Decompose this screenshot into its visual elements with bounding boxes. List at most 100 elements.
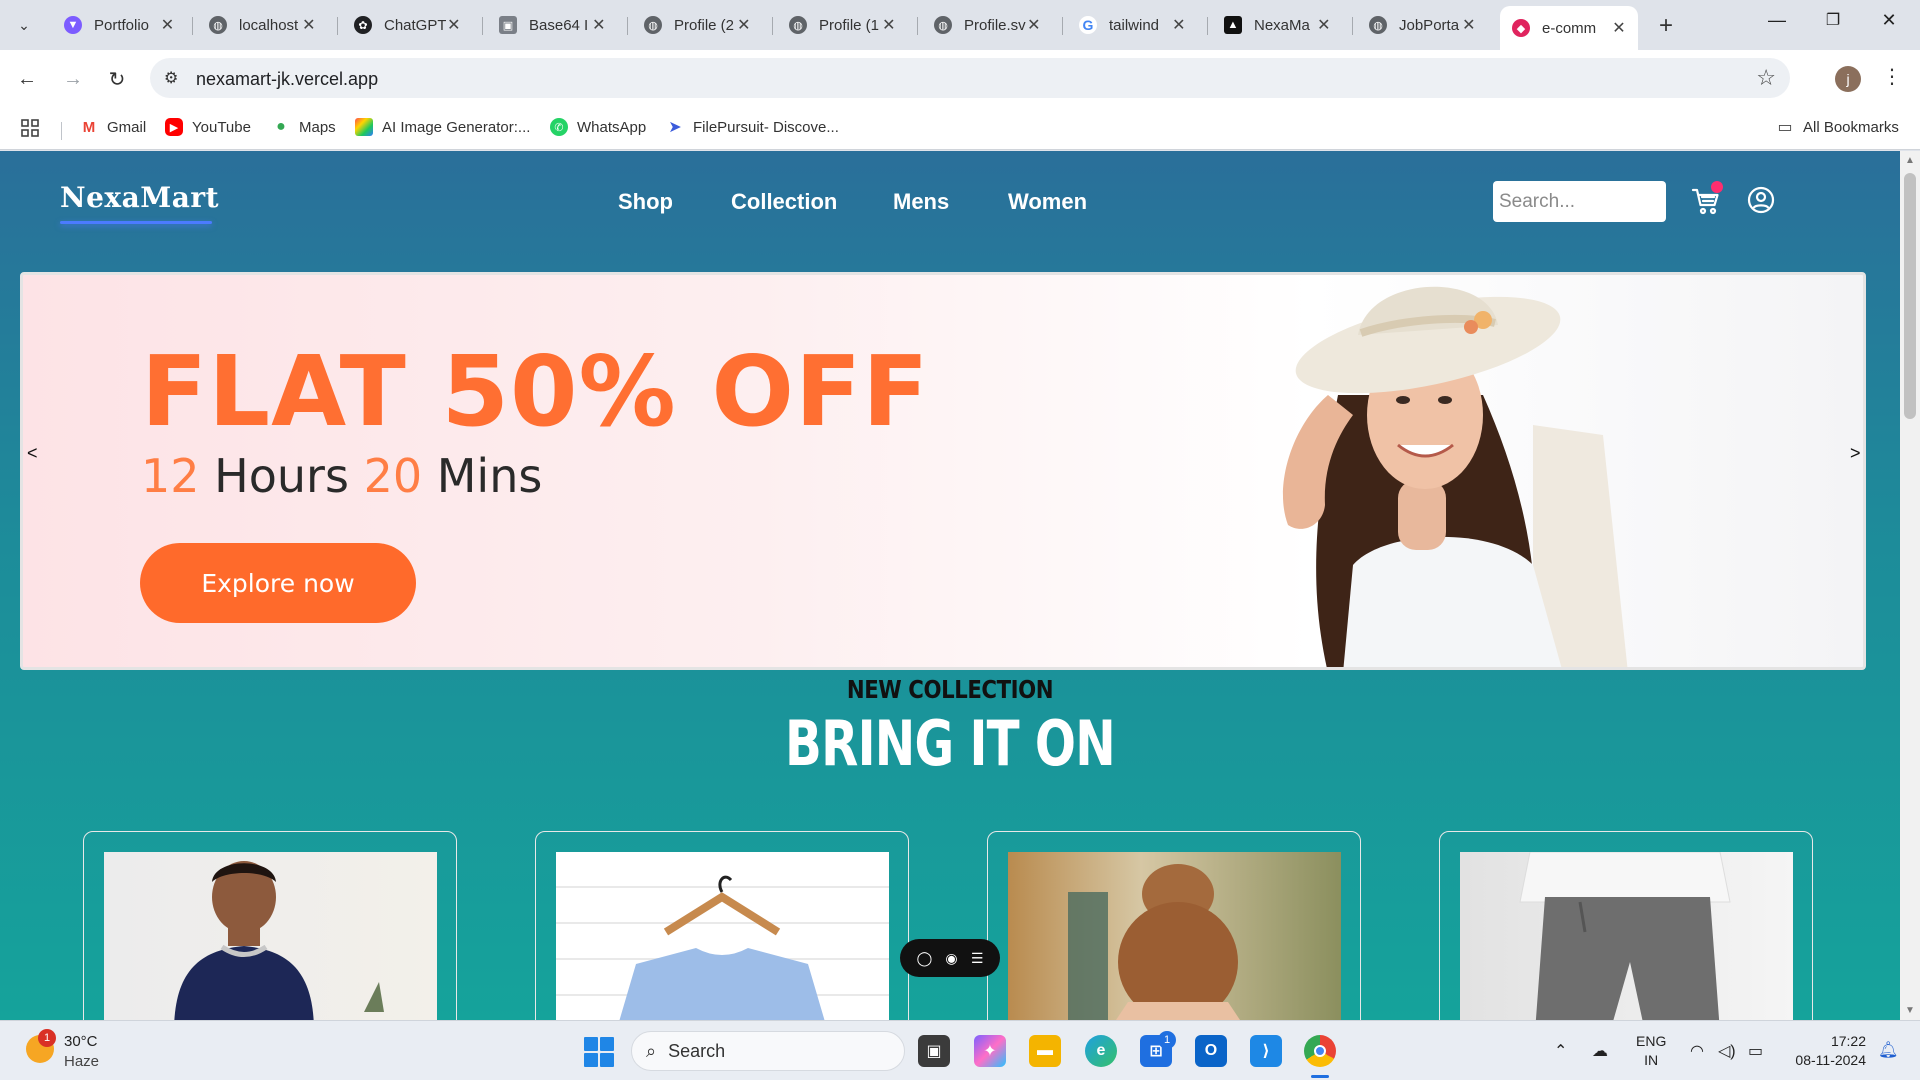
- close-icon[interactable]: ✕: [301, 15, 317, 35]
- nav-mens[interactable]: Mens: [893, 189, 949, 215]
- apps-grid-icon[interactable]: [20, 118, 40, 138]
- new-tab-plus-icon[interactable]: +: [1652, 12, 1680, 40]
- system-clock[interactable]: 17:22 08-11-2024: [1784, 1032, 1866, 1070]
- search-input[interactable]: [1493, 181, 1666, 222]
- floating-toolbar[interactable]: ◯ ◉ ☰: [900, 939, 1000, 977]
- product-card[interactable]: [83, 831, 457, 1020]
- clock-time: 17:22: [1830, 1033, 1866, 1049]
- globe-icon: ◍: [209, 16, 227, 34]
- wifi-icon[interactable]: ◠: [1690, 1041, 1704, 1061]
- vercel-icon: ▲: [1224, 16, 1242, 34]
- list-menu-icon[interactable]: ☰: [971, 950, 984, 967]
- tab-nexamart[interactable]: ▲ NexaMa ✕: [1212, 7, 1342, 43]
- address-bar[interactable]: ⚙ nexamart-jk.vercel.app ☆: [150, 58, 1790, 98]
- tab-portfolio[interactable]: ▼ Portfolio ✕: [52, 7, 186, 43]
- tab-label: e-comm: [1542, 19, 1597, 37]
- carousel-prev-button[interactable]: <: [27, 443, 38, 464]
- close-icon[interactable]: ✕: [881, 15, 897, 35]
- product-card[interactable]: [987, 831, 1361, 1020]
- minimize-icon[interactable]: —: [1754, 10, 1800, 31]
- task-view-icon[interactable]: ▣: [918, 1035, 950, 1067]
- bookmark-youtube[interactable]: ▶ YouTube: [165, 118, 251, 136]
- tab-localhost[interactable]: ◍ localhost ✕: [197, 7, 327, 43]
- restore-icon[interactable]: ❐: [1810, 10, 1856, 30]
- tab-label: Portfolio: [94, 16, 150, 34]
- close-icon[interactable]: ✕: [1461, 15, 1477, 35]
- countdown-hours-label: Hours: [214, 449, 349, 503]
- notification-bell-icon[interactable]: 🔔︎: [1878, 1040, 1898, 1060]
- taskbar-search[interactable]: ⌕ Search: [631, 1031, 905, 1071]
- carousel-next-button[interactable]: >: [1850, 443, 1861, 464]
- close-icon[interactable]: ✕: [736, 15, 752, 35]
- forward-arrow-icon[interactable]: →: [58, 64, 88, 94]
- file-explorer-icon[interactable]: ▬: [1029, 1035, 1061, 1067]
- vscode-icon[interactable]: ⟩: [1250, 1035, 1282, 1067]
- tab-chatgpt[interactable]: ✿ ChatGPT ✕: [342, 7, 472, 43]
- tab-base64[interactable]: ▣ Base64 I ✕: [487, 7, 617, 43]
- chrome-icon[interactable]: [1304, 1035, 1336, 1067]
- volume-icon[interactable]: ◁): [1718, 1041, 1736, 1061]
- reload-icon[interactable]: ↻: [102, 64, 132, 94]
- close-icon[interactable]: ✕: [446, 15, 462, 35]
- nav-collection[interactable]: Collection: [731, 189, 837, 215]
- battery-icon[interactable]: ▭: [1748, 1041, 1763, 1061]
- chat-bubble-icon[interactable]: ◯: [917, 950, 933, 967]
- weather-description[interactable]: Haze: [64, 1053, 99, 1070]
- bookmark-filepursuit[interactable]: ➤ FilePursuit- Discove...: [666, 118, 839, 137]
- explore-now-button[interactable]: Explore now: [140, 543, 416, 623]
- windows-start-icon[interactable]: [584, 1037, 614, 1067]
- globe-icon: ◍: [789, 16, 807, 34]
- user-account-icon[interactable]: [1747, 186, 1775, 214]
- weather-temperature[interactable]: 30°C: [64, 1033, 98, 1050]
- bookmark-maps[interactable]: ● Maps: [272, 118, 336, 136]
- scrollbar-thumb[interactable]: [1904, 173, 1916, 419]
- browser-tab-strip: ⌄ ▼ Portfolio ✕ ◍ localhost ✕ ✿ ChatGPT …: [0, 0, 1920, 50]
- tab-label: ChatGPT: [384, 16, 446, 34]
- bookmark-label: All Bookmarks: [1803, 118, 1899, 136]
- tab-profile-svg[interactable]: ◍ Profile.sv ✕: [922, 7, 1052, 43]
- tab-jobportal[interactable]: ◍ JobPorta ✕: [1357, 7, 1487, 43]
- bookmark-star-icon[interactable]: ☆: [1756, 65, 1776, 91]
- bookmark-whatsapp[interactable]: ✆ WhatsApp: [550, 118, 646, 136]
- close-icon[interactable]: ✕: [159, 15, 176, 35]
- language-indicator[interactable]: ENG IN: [1636, 1032, 1666, 1070]
- profile-avatar[interactable]: j: [1835, 66, 1861, 92]
- window-close-icon[interactable]: ✕: [1866, 10, 1912, 31]
- kebab-menu-icon[interactable]: ⋮: [1882, 64, 1902, 89]
- site-logo[interactable]: NexaMart: [60, 181, 219, 214]
- nav-shop[interactable]: Shop: [618, 189, 673, 215]
- eye-icon[interactable]: ◉: [945, 950, 957, 967]
- site-info-icon[interactable]: ⚙: [164, 68, 178, 88]
- tab-profile-2[interactable]: ◍ Profile (2 ✕: [632, 7, 762, 43]
- url-text[interactable]: nexamart-jk.vercel.app: [196, 69, 378, 90]
- product-image-hair-bun: [1008, 852, 1341, 1020]
- close-icon[interactable]: ✕: [1026, 15, 1042, 35]
- bookmark-ai-image-generator[interactable]: AI Image Generator:...: [355, 118, 530, 136]
- edge-browser-icon[interactable]: e: [1085, 1035, 1117, 1067]
- close-icon[interactable]: ✕: [591, 15, 607, 35]
- outlook-icon[interactable]: O: [1195, 1035, 1227, 1067]
- tab-tailwind[interactable]: G tailwind ✕: [1067, 7, 1197, 43]
- product-card[interactable]: [1439, 831, 1813, 1020]
- copilot-icon[interactable]: ✦: [974, 1035, 1006, 1067]
- tab-search-chevron-icon[interactable]: ⌄: [8, 10, 40, 40]
- back-arrow-icon[interactable]: ←: [12, 64, 42, 94]
- countdown-mins: 20: [363, 449, 423, 503]
- page-scrollbar[interactable]: ▲ ▼: [1900, 151, 1920, 1020]
- portfolio-favicon-icon: ▼: [64, 16, 82, 34]
- tray-overflow-chevron-icon[interactable]: ⌃: [1554, 1041, 1567, 1061]
- all-bookmarks[interactable]: ▭ All Bookmarks: [1776, 118, 1899, 137]
- product-image-tshirt: [556, 852, 889, 1020]
- product-card[interactable]: [535, 831, 909, 1020]
- close-icon[interactable]: ✕: [1171, 15, 1187, 35]
- nav-women[interactable]: Women: [1008, 189, 1087, 215]
- tab-profile-1[interactable]: ◍ Profile (1 ✕: [777, 7, 907, 43]
- scroll-down-arrow-icon[interactable]: ▼: [1905, 1005, 1915, 1016]
- tab-divider: [1062, 17, 1063, 35]
- close-icon[interactable]: ✕: [1610, 18, 1628, 38]
- bookmark-gmail[interactable]: M Gmail: [80, 118, 146, 136]
- tab-ecommerce-active[interactable]: ◆ e-comm ✕: [1500, 6, 1638, 50]
- onedrive-cloud-icon[interactable]: ☁: [1592, 1041, 1608, 1061]
- scroll-up-arrow-icon[interactable]: ▲: [1905, 155, 1915, 166]
- close-icon[interactable]: ✕: [1316, 15, 1332, 35]
